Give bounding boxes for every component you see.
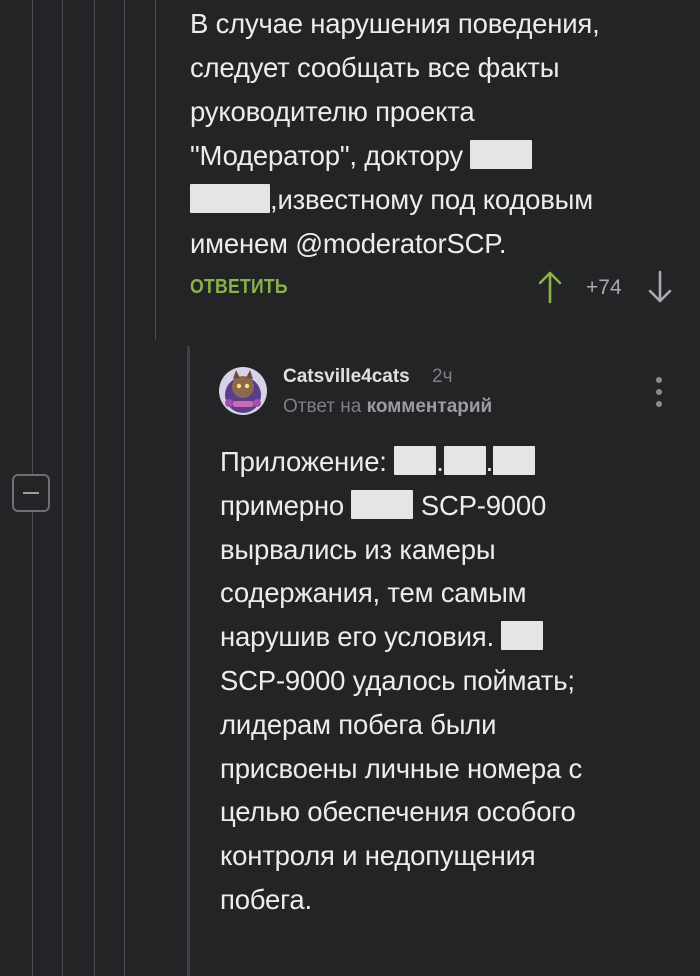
collapse-thread-button[interactable] [12,474,50,512]
avatar[interactable] [219,367,267,415]
comment-line-text: "Модератор", доктору [190,140,463,171]
separator-dot: . [436,446,444,477]
comment-line: следует сообщать все факты [190,52,560,83]
reply-to-target: комментарий [366,396,493,417]
redaction-block [394,446,437,475]
comment-line: содержания, тем самым [220,577,527,609]
comment-line: вырвались из камеры [220,533,496,565]
comment-line: Приложение: .. [220,440,640,484]
comment-line: именем @moderatorSCP. [190,228,507,259]
comment-line-text: примерно [220,489,352,521]
comment-line-text: SCP-9000 [413,489,547,521]
comment-line: побега. [220,883,312,915]
minus-icon [23,492,39,494]
redaction-block [493,446,536,475]
thread-line [94,0,95,976]
comment-line: В случае нарушения поведения, [190,8,600,39]
comment-line-text: нарушив его условия. [220,621,502,653]
thread-line [155,0,156,340]
comment-line: ,известному под кодовым [190,178,660,222]
reply-to-link[interactable]: Ответ на комментарий [283,396,492,418]
reply-button[interactable]: ОТВЕТИТЬ [190,276,288,299]
parent-comment-text: В случае нарушения поведения, следует со… [190,2,660,266]
redaction-block [190,184,270,213]
comment-line: "Модератор", доктору [190,134,660,178]
avatar-image [219,367,267,415]
reply-to-prefix: Ответ на [283,396,362,417]
comment-line: примерно SCP-9000 [220,484,640,528]
arrow-up-icon[interactable] [538,270,562,304]
comment-line: лидерам побега были [220,708,497,740]
comment-line-text: ,известному под кодовым [270,184,593,215]
comment-score: +74 [586,276,622,299]
comment-author[interactable]: Catsville4cats [283,366,410,388]
comment-time: 2ч [432,366,453,387]
redaction-block [470,140,533,169]
comment-line: контроля и недопущения [220,840,536,872]
arrow-down-icon[interactable] [648,270,672,304]
thread-line [124,0,125,976]
comment-actions: ОТВЕТИТЬ +74 [190,268,680,308]
comment-line: SCP-9000 удалось поймать; [220,664,575,696]
comment-line: присвоены личные номера с [220,752,583,784]
comment-line: нарушив его условия. [220,615,640,659]
reply-comment-text: Приложение: .. примерно SCP-9000 вырвали… [220,440,640,922]
reply-thread-line [187,346,190,976]
redaction-block [501,621,544,651]
separator-dot: . [485,446,494,477]
comment-line: целью обеспечения особого [220,796,576,828]
redaction-block [443,446,486,475]
thread-line [62,0,63,976]
comment-line: руководителю проекта [190,96,475,127]
more-vertical-icon[interactable] [652,376,666,408]
comment-line-text: Приложение: [220,446,395,477]
redaction-block [351,489,414,519]
